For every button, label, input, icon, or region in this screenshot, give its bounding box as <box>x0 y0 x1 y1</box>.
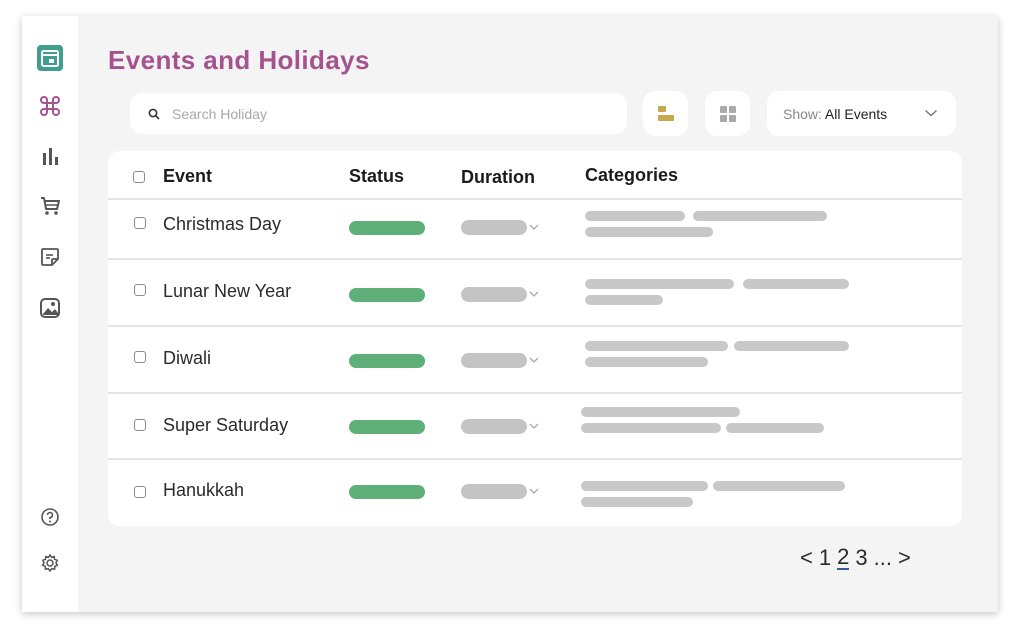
status-indicator <box>349 420 425 434</box>
row-checkbox[interactable] <box>134 351 146 363</box>
row-checkbox[interactable] <box>134 284 146 296</box>
events-table: Event Status Duration Categories Christm… <box>108 151 962 526</box>
category-placeholder <box>581 423 721 433</box>
prev-page-button[interactable]: < <box>800 545 813 571</box>
chevron-down-icon[interactable] <box>529 487 539 495</box>
chevron-down-icon[interactable] <box>529 422 539 430</box>
column-header-status: Status <box>349 166 405 186</box>
category-placeholder <box>581 407 740 417</box>
sidebar-item-help[interactable] <box>22 500 78 534</box>
duration-select[interactable] <box>461 419 527 434</box>
category-placeholder <box>585 295 663 305</box>
note-icon <box>41 248 59 266</box>
sidebar-item-command[interactable] <box>22 89 78 123</box>
event-name: Super Saturday <box>163 415 289 435</box>
page-link-2-current[interactable]: 2 <box>837 546 850 570</box>
filter-label: Show: <box>783 105 822 122</box>
row-checkbox[interactable] <box>134 486 146 498</box>
column-header-categories: Categories <box>585 165 679 185</box>
category-placeholder <box>585 227 713 237</box>
row-checkbox[interactable] <box>134 419 146 431</box>
category-placeholder <box>693 211 827 221</box>
page-link-1[interactable]: 1 <box>819 545 831 571</box>
status-indicator <box>349 485 425 499</box>
cart-icon <box>41 197 60 215</box>
event-name: Lunar New Year <box>163 281 292 301</box>
page-title: Events and Holidays <box>108 45 370 75</box>
sidebar-item-settings[interactable] <box>22 546 78 580</box>
status-indicator <box>349 288 425 302</box>
grid-view-icon <box>719 105 736 122</box>
search-bar[interactable] <box>130 93 627 134</box>
category-placeholder <box>726 423 824 433</box>
event-name: Christmas Day <box>163 214 282 234</box>
search-input[interactable] <box>172 105 592 122</box>
row-divider <box>108 392 962 394</box>
row-divider <box>108 325 962 327</box>
page-ellipsis: ... <box>873 545 892 570</box>
category-placeholder <box>734 341 849 351</box>
pagination: < 1 2 3 ... > <box>800 543 911 573</box>
chevron-down-icon <box>925 109 937 117</box>
duration-select[interactable] <box>461 287 527 302</box>
sidebar-item-calendar[interactable] <box>22 41 78 75</box>
duration-select[interactable] <box>461 220 527 235</box>
chevron-down-icon[interactable] <box>529 290 539 298</box>
sidebar-item-analytics[interactable] <box>22 139 78 173</box>
duration-select[interactable] <box>461 353 527 368</box>
status-indicator <box>349 221 425 235</box>
sidebar-item-shop[interactable] <box>22 189 78 223</box>
next-page-button[interactable]: > <box>898 545 911 571</box>
filter-value: All Events <box>824 105 888 122</box>
sidebar-item-gallery[interactable] <box>22 291 78 325</box>
list-view-icon <box>657 105 674 121</box>
search-icon <box>148 108 160 120</box>
select-all-checkbox[interactable] <box>133 171 145 183</box>
row-divider <box>108 198 962 200</box>
command-icon <box>40 96 60 116</box>
calendar-icon <box>37 45 63 71</box>
event-name: Diwali <box>163 348 212 368</box>
sidebar-item-notes[interactable] <box>22 240 78 274</box>
event-name: Hanukkah <box>163 480 245 500</box>
category-placeholder <box>585 211 685 221</box>
category-placeholder <box>743 279 849 289</box>
category-placeholder <box>585 279 734 289</box>
main-content: Events and Holidays Show: All <box>78 16 998 612</box>
page-link-3[interactable]: 3 <box>855 545 867 571</box>
category-placeholder <box>585 341 728 351</box>
row-divider <box>108 458 962 460</box>
chevron-down-icon[interactable] <box>529 223 539 231</box>
column-header-duration: Duration <box>461 167 535 187</box>
category-placeholder <box>585 357 708 367</box>
row-checkbox[interactable] <box>134 217 146 229</box>
settings-icon <box>41 553 59 573</box>
row-divider <box>108 258 962 260</box>
list-view-button[interactable] <box>643 91 688 136</box>
status-indicator <box>349 354 425 368</box>
app-window: Events and Holidays Show: All <box>22 16 998 612</box>
help-icon <box>41 508 59 526</box>
chevron-down-icon[interactable] <box>529 356 539 364</box>
category-placeholder <box>713 481 845 491</box>
category-placeholder <box>581 497 693 507</box>
image-icon <box>40 298 60 318</box>
column-header-event: Event <box>163 166 213 186</box>
duration-select[interactable] <box>461 484 527 499</box>
show-filter-dropdown[interactable]: Show: All Events <box>767 91 956 136</box>
grid-view-button[interactable] <box>705 91 750 136</box>
sidebar <box>22 16 78 612</box>
category-placeholder <box>581 481 708 491</box>
bar-chart-icon <box>43 148 58 165</box>
